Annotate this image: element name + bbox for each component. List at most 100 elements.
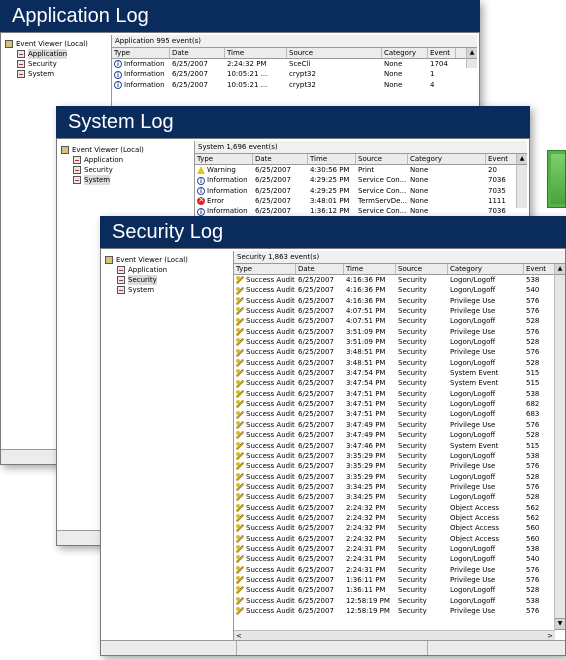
table-row[interactable]: Error 6/25/2007 3:48:01 PM TermServDe...Non… xyxy=(195,196,527,206)
tree-item-application[interactable]: Application xyxy=(61,155,179,165)
cell-text: Success Audit xyxy=(246,472,295,481)
table-row[interactable]: Success Audit 6/25/2007 3:47:54 PM Security… xyxy=(234,368,565,378)
table-row[interactable]: Success Audit 6/25/2007 3:48:51 PM Security… xyxy=(234,358,565,368)
cell-time: 3:47:51 PM xyxy=(344,409,396,419)
table-row[interactable]: Information 6/25/2007 2:24:32 PM SceCli None… xyxy=(112,59,477,69)
success-audit-key-icon xyxy=(236,296,244,305)
table-row[interactable]: Information 6/25/2007 4:29:25 PM Service Co… xyxy=(195,186,527,196)
table-row[interactable]: Success Audit 6/25/2007 3:51:09 PM Security… xyxy=(234,327,565,337)
cell-text: 560 xyxy=(526,524,540,533)
table-row[interactable]: Information 6/25/2007 10:05:21 ... crypt32 N… xyxy=(112,80,477,90)
tree-item-security[interactable]: Security xyxy=(105,275,223,285)
vertical-scrollbar[interactable]: ▲ xyxy=(516,154,527,208)
table-row[interactable]: Success Audit 6/25/2007 3:35:29 PM Security… xyxy=(234,461,565,471)
table-row[interactable]: Success Audit 6/25/2007 2:24:31 PM Security… xyxy=(234,565,565,575)
table-row[interactable]: Information 6/25/2007 4:29:25 PM Service Co… xyxy=(195,175,527,186)
column-header-category[interactable]: Category xyxy=(408,154,486,164)
column-header-date[interactable]: Date xyxy=(170,48,225,58)
column-header-event[interactable]: Event xyxy=(524,264,556,274)
table-row[interactable]: Success Audit 6/25/2007 3:34:25 PM Security… xyxy=(234,482,565,492)
cell-source: Security xyxy=(396,513,448,523)
table-row[interactable]: Success Audit 6/25/2007 1:36:11 PM Security… xyxy=(234,585,565,595)
vertical-scrollbar[interactable]: ▲ ▼ xyxy=(554,264,565,630)
table-row[interactable]: Success Audit 6/25/2007 3:47:49 PM Security… xyxy=(234,430,565,440)
table-row[interactable]: Information 6/25/2007 10:05:21 ... crypt32 N… xyxy=(112,69,477,80)
table-row[interactable]: Success Audit 6/25/2007 3:47:51 PM Security… xyxy=(234,389,565,399)
table-row[interactable]: Success Audit 6/25/2007 3:35:29 PM Security… xyxy=(234,451,565,461)
table-row[interactable]: Success Audit 6/25/2007 2:24:32 PM Security… xyxy=(234,503,565,513)
cell-type: Success Audit xyxy=(234,554,296,564)
table-row[interactable]: Warning 6/25/2007 4:30:56 PM Print None 20 xyxy=(195,165,527,175)
table-row[interactable]: Success Audit 6/25/2007 2:24:32 PM Security… xyxy=(234,513,565,523)
table-row[interactable]: Success Audit 6/25/2007 12:58:19 PM Securit… xyxy=(234,606,565,616)
table-row[interactable]: Success Audit 6/25/2007 3:47:49 PM Security… xyxy=(234,420,565,430)
column-header-date[interactable]: Date xyxy=(296,264,344,274)
tree-item-application[interactable]: Application xyxy=(5,49,123,59)
table-row[interactable]: Success Audit 6/25/2007 2:24:32 PM Security… xyxy=(234,534,565,544)
table-row[interactable]: Success Audit 6/25/2007 4:07:51 PM Security… xyxy=(234,306,565,316)
tree-item-system[interactable]: System xyxy=(105,285,223,295)
column-header-time[interactable]: Time xyxy=(344,264,396,274)
tree-item-application[interactable]: Application xyxy=(105,265,223,275)
table-row[interactable]: Success Audit 6/25/2007 3:35:29 PM Security… xyxy=(234,472,565,482)
vertical-scrollbar[interactable]: ▲ xyxy=(466,48,477,68)
table-row[interactable]: Success Audit 6/25/2007 2:24:32 PM Security… xyxy=(234,523,565,533)
table-row[interactable]: Success Audit 6/25/2007 4:16:36 PM Security… xyxy=(234,296,565,306)
table-row[interactable]: Success Audit 6/25/2007 4:07:51 PM Security… xyxy=(234,316,565,326)
cell-date: 6/25/2007 xyxy=(253,186,308,196)
table-row[interactable]: Success Audit 6/25/2007 3:47:54 PM Security… xyxy=(234,378,565,388)
tree-item-security[interactable]: Security xyxy=(5,59,123,69)
table-row[interactable]: Success Audit 6/25/2007 3:47:46 PM Security… xyxy=(234,441,565,451)
scroll-up-icon[interactable]: ▲ xyxy=(555,264,565,275)
scroll-up-icon[interactable]: ▲ xyxy=(467,48,477,59)
column-header-type[interactable]: Type xyxy=(195,154,253,164)
column-header-event[interactable]: Event xyxy=(428,48,456,58)
tree-item-root[interactable]: Event Viewer (Local) xyxy=(105,255,223,265)
cell-source: Security xyxy=(396,306,448,316)
table-row[interactable]: Success Audit 6/25/2007 1:36:11 PM Security… xyxy=(234,575,565,585)
cell-text: Security xyxy=(398,296,427,305)
cell-text: None xyxy=(384,80,403,89)
table-row[interactable]: Success Audit 6/25/2007 3:48:51 PM Security… xyxy=(234,347,565,357)
table-row[interactable]: Success Audit 6/25/2007 3:51:09 PM Security… xyxy=(234,337,565,347)
cell-text: Security xyxy=(398,462,427,471)
table-row[interactable]: Success Audit 6/25/2007 2:24:31 PM Security… xyxy=(234,544,565,554)
green-side-button[interactable] xyxy=(547,150,566,208)
cell-time: 3:47:49 PM xyxy=(344,420,396,430)
column-header-source[interactable]: Source xyxy=(396,264,448,274)
cell-date: 6/25/2007 xyxy=(296,378,344,388)
tree-item-system[interactable]: System xyxy=(5,69,123,79)
column-header-time[interactable]: Time xyxy=(225,48,287,58)
table-row[interactable]: Success Audit 6/25/2007 3:34:25 PM Security… xyxy=(234,492,565,502)
table-row[interactable]: Success Audit 6/25/2007 2:24:31 PM Security… xyxy=(234,554,565,564)
cell-text: 6/25/2007 xyxy=(298,276,334,284)
cell-source: TermServDe... xyxy=(356,196,408,206)
tree-item-label: Event Viewer (Local) xyxy=(116,256,188,264)
tree-item-system[interactable]: System xyxy=(61,175,179,185)
tree-item-security[interactable]: Security xyxy=(61,165,179,175)
scroll-up-icon[interactable]: ▲ xyxy=(517,154,527,165)
column-header-source[interactable]: Source xyxy=(356,154,408,164)
cell-text: 6/25/2007 xyxy=(298,327,334,336)
table-row[interactable]: Success Audit 6/25/2007 3:47:51 PM Security… xyxy=(234,399,565,409)
cell-date: 6/25/2007 xyxy=(296,472,344,482)
table-row[interactable]: Success Audit 6/25/2007 4:16:36 PM Security… xyxy=(234,285,565,295)
column-header-type[interactable]: Type xyxy=(234,264,296,274)
column-header-category[interactable]: Category xyxy=(382,48,428,58)
cell-text: Success Audit xyxy=(246,534,295,543)
cell-text: Security xyxy=(398,338,427,347)
column-header-category[interactable]: Category xyxy=(448,264,524,274)
cell-category: None xyxy=(408,175,486,185)
table-row[interactable]: Success Audit 6/25/2007 12:58:19 PM Securit… xyxy=(234,596,565,606)
scroll-down-icon[interactable]: ▼ xyxy=(555,618,565,630)
cell-text: 576 xyxy=(526,348,540,357)
column-header-time[interactable]: Time xyxy=(308,154,356,164)
column-header-type[interactable]: Type xyxy=(112,48,170,58)
column-header-date[interactable]: Date xyxy=(253,154,308,164)
column-header-source[interactable]: Source xyxy=(287,48,382,58)
tree-item-root[interactable]: Event Viewer (Local) xyxy=(5,39,123,49)
column-header-event[interactable]: Event xyxy=(486,154,517,164)
tree-item-root[interactable]: Event Viewer (Local) xyxy=(61,145,179,155)
table-row[interactable]: Success Audit 6/25/2007 3:47:51 PM Security… xyxy=(234,409,565,419)
table-row[interactable]: Success Audit 6/25/2007 4:16:36 PM Security… xyxy=(234,275,565,285)
